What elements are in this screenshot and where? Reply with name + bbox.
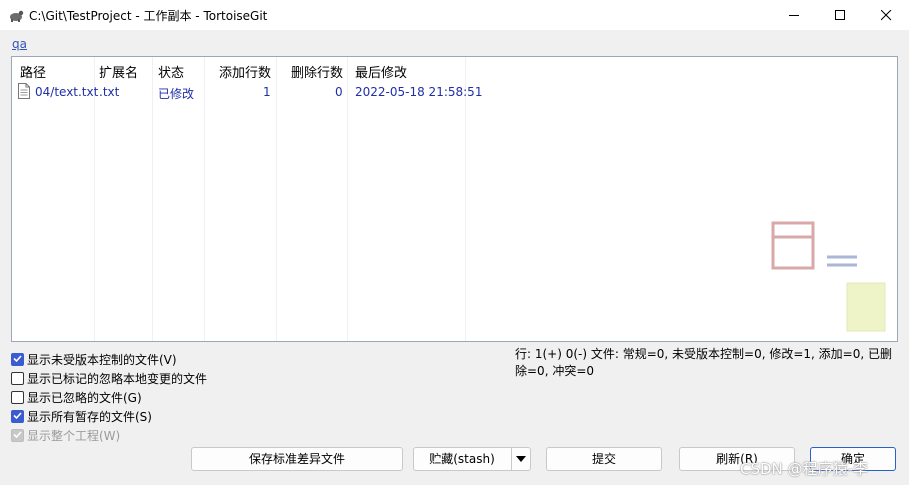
csdn-watermark: CSDN @程序猿-李 <box>740 460 868 478</box>
column-header-path[interactable]: 路径 <box>20 62 46 81</box>
check-icon <box>13 431 22 439</box>
checkbox-label: 显示未受版本控制的文件(V) <box>27 353 177 367</box>
checkbox-label: 显示整个工程(W) <box>27 429 121 443</box>
tortoisegit-app-icon <box>10 10 24 22</box>
title-bar: C:\Git\TestProject - 工作副本 - TortoiseGit <box>0 0 909 30</box>
stash-button-label[interactable]: 贮藏(stash) <box>414 448 510 470</box>
cell-last-modified: 2022-05-18 21:58:51 <box>355 85 483 99</box>
column-separator <box>94 57 95 341</box>
column-header-extension[interactable]: 扩展名 <box>99 62 138 81</box>
column-separator <box>276 57 277 341</box>
maximize-icon <box>835 10 845 20</box>
checkbox-box[interactable] <box>11 391 24 404</box>
checkbox-label: 显示已标记的忽略本地变更的文件 <box>27 372 208 386</box>
stash-dropdown-button[interactable] <box>511 448 530 470</box>
cell-lines-added: 1 <box>263 85 271 99</box>
column-header-lines-added[interactable]: 添加行数 <box>219 62 271 81</box>
stash-split-button[interactable]: 贮藏(stash) <box>413 447 531 471</box>
checkbox-label: 显示所有暂存的文件(S) <box>27 410 152 424</box>
close-icon <box>881 10 892 21</box>
chevron-down-icon <box>516 456 526 462</box>
status-summary: 行: 1(+) 0(-) 文件: 常规=0, 未受版本控制=0, 修改=1, 添… <box>515 347 892 378</box>
diff-watermark-icon <box>771 221 886 332</box>
column-header-status[interactable]: 状态 <box>158 62 184 81</box>
file-list[interactable]: 路径 扩展名 状态 添加行数 删除行数 最后修改 04/text.txt .tx… <box>11 56 898 342</box>
check-icon <box>13 355 22 363</box>
close-button[interactable] <box>863 0 909 30</box>
save-diff-button[interactable]: 保存标准差异文件 <box>191 447 403 471</box>
maximize-button[interactable] <box>817 0 863 30</box>
minimize-icon <box>789 15 799 16</box>
checkbox-box[interactable] <box>11 372 24 385</box>
column-header-last-modified[interactable]: 最后修改 <box>355 62 407 81</box>
commit-button[interactable]: 提交 <box>546 447 662 471</box>
check-icon <box>13 412 22 420</box>
minimize-button[interactable] <box>771 0 817 30</box>
window-title: C:\Git\TestProject - 工作副本 - TortoiseGit <box>29 9 268 23</box>
column-separator <box>204 57 205 341</box>
cell-lines-deleted: 0 <box>335 85 343 99</box>
cell-path: 04/text.txt <box>35 85 99 99</box>
column-separator <box>465 57 466 341</box>
cell-status: 已修改 <box>158 87 195 101</box>
checkbox-label: 显示已忽略的文件(G) <box>27 391 142 405</box>
column-header-lines-deleted[interactable]: 删除行数 <box>291 62 343 81</box>
column-separator <box>347 57 348 341</box>
column-separator <box>152 57 153 341</box>
cell-extension: .txt <box>99 85 120 99</box>
branch-link[interactable]: qa <box>12 37 27 51</box>
text-file-icon <box>18 83 30 99</box>
